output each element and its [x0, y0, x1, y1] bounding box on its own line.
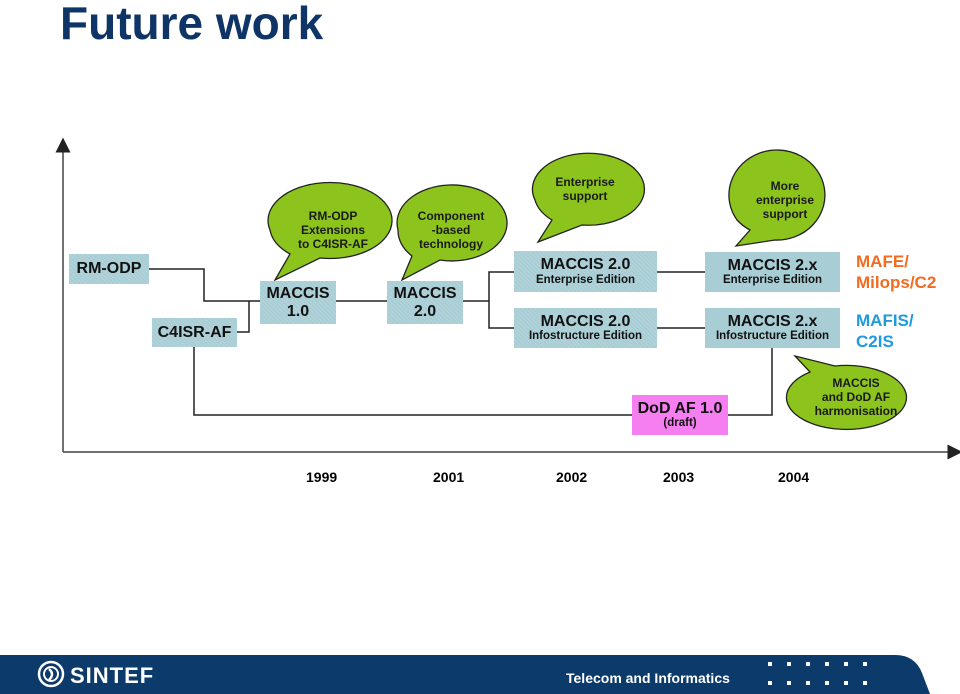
bubble-text-rm-odp-ext: RM-ODP Extensions to C4ISR-AF	[298, 209, 368, 251]
mafis-label: MAFIS/ C2IS	[856, 311, 914, 352]
dod-af-box: DoD AF 1.0 (draft)	[632, 395, 728, 435]
department-label: Telecom and Informatics	[566, 670, 730, 686]
maccis-20-ie-box: MACCIS 2.0 Infostructure Edition	[514, 308, 657, 348]
bubble-text-enterprise: Enterprise support	[555, 175, 615, 203]
year-label: 2003	[663, 469, 695, 485]
bubble-text-more-enterprise: More enterprise support	[755, 179, 815, 221]
bubble-text-component: Component -based technology	[417, 209, 485, 251]
year-label: 2002	[556, 469, 588, 485]
maccis-20-box: MACCIS 2.0	[387, 281, 463, 324]
year-label: 1999	[306, 469, 338, 485]
connector	[193, 347, 632, 416]
connector	[237, 301, 250, 333]
year-label: 2004	[778, 469, 810, 485]
connector	[149, 268, 260, 302]
connector	[728, 348, 773, 416]
maccis-2x-ie-box: MACCIS 2.x Infostructure Edition	[705, 308, 840, 348]
c4isr-af-box: C4ISR-AF	[152, 318, 237, 347]
connector	[488, 271, 514, 329]
maccis-2x-ee-box: MACCIS 2.x Enterprise Edition	[705, 252, 840, 292]
maccis-10-box: MACCIS 1.0	[260, 281, 336, 324]
year-label: 2001	[433, 469, 465, 485]
maccis-20-ee-box: MACCIS 2.0 Enterprise Edition	[514, 251, 657, 292]
bubble-text-harmonisation: MACCIS and DoD AF harmonisation	[814, 376, 898, 418]
mafe-label: MAFE/ Milops/C2	[856, 252, 937, 293]
rm-odp-box: RM-ODP	[69, 254, 149, 284]
brand-name: SINTEF	[70, 663, 155, 688]
